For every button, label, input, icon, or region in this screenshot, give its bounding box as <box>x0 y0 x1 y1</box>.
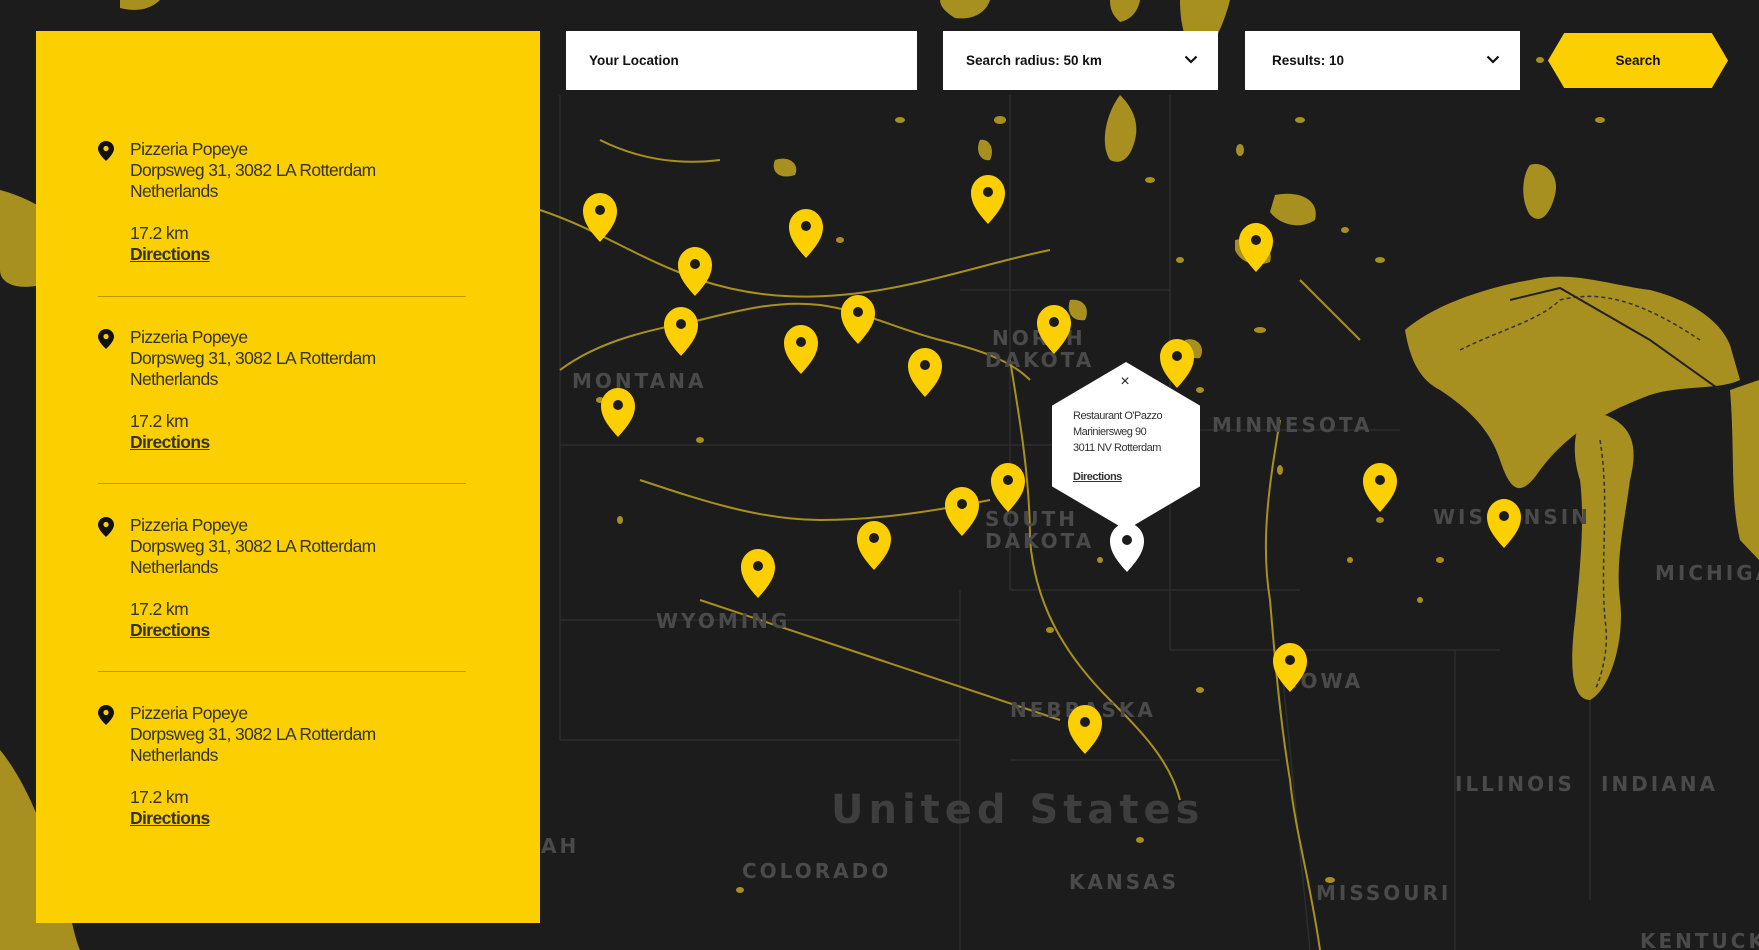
map-pin-icon <box>98 705 114 725</box>
label-michigan: MICHIGA <box>1655 561 1759 585</box>
location-address: Dorpsweg 31, 3082 LA Rotterdam <box>130 160 376 180</box>
radius-select-value: Search radius: 50 km <box>966 53 1102 68</box>
location-info: Pizzeria Popeye Dorpsweg 31, 3082 LA Rot… <box>130 703 376 766</box>
divider <box>98 296 466 297</box>
label-missouri: MISSOURI <box>1316 881 1451 905</box>
directions-link[interactable]: Directions <box>130 808 210 829</box>
location-country: Netherlands <box>130 557 218 577</box>
label-colorado: COLORADO <box>742 859 891 883</box>
divider <box>98 671 466 672</box>
location-info: Pizzeria Popeye Dorpsweg 31, 3082 LA Rot… <box>130 327 376 390</box>
location-country: Netherlands <box>130 369 218 389</box>
location-distance: 17.2 km <box>130 411 189 431</box>
search-button[interactable]: Search <box>1548 33 1728 88</box>
chevron-down-icon <box>1184 55 1198 64</box>
location-address: Dorpsweg 31, 3082 LA Rotterdam <box>130 348 376 368</box>
map-pin-icon <box>98 517 114 537</box>
label-kansas: KANSAS <box>1069 870 1179 894</box>
location-name: Pizzeria Popeye <box>130 327 248 347</box>
location-item-4[interactable]: Pizzeria Popeye Dorpsweg 31, 3082 LA Rot… <box>98 703 506 843</box>
popup-name: Restaurant O'Pazzo <box>1073 410 1163 422</box>
chevron-down-icon <box>1486 55 1500 64</box>
location-item-2[interactable]: Pizzeria Popeye Dorpsweg 31, 3082 LA Rot… <box>98 327 506 467</box>
divider <box>98 483 466 484</box>
location-info: Pizzeria Popeye Dorpsweg 31, 3082 LA Rot… <box>130 139 376 202</box>
directions-link[interactable]: Directions <box>130 244 210 265</box>
location-address: Dorpsweg 31, 3082 LA Rotterdam <box>130 536 376 556</box>
directions-link[interactable]: Directions <box>130 432 210 453</box>
directions-link[interactable]: Directions <box>130 620 210 641</box>
location-name: Pizzeria Popeye <box>130 139 248 159</box>
location-item-3[interactable]: Pizzeria Popeye Dorpsweg 31, 3082 LA Rot… <box>98 515 506 655</box>
location-distance: 17.2 km <box>130 223 189 243</box>
popup-directions-link[interactable]: Directions <box>1073 471 1122 483</box>
map-pin-icon <box>98 329 114 349</box>
location-distance: 17.2 km <box>130 599 189 619</box>
close-icon[interactable]: × <box>1118 374 1132 390</box>
location-name: Pizzeria Popeye <box>130 515 248 535</box>
label-montana: MONTANA <box>572 369 706 393</box>
label-utah-fragment: AH <box>541 834 579 858</box>
results-panel: Pizzeria Popeye Dorpsweg 31, 3082 LA Rot… <box>36 31 540 923</box>
location-country: Netherlands <box>130 745 218 765</box>
results-select[interactable]: Results: 10 <box>1245 31 1520 90</box>
label-minnesota: MINNESOTA <box>1212 413 1372 437</box>
location-country: Netherlands <box>130 181 218 201</box>
location-input-wrapper <box>566 31 917 90</box>
map-pin-icon <box>98 141 114 161</box>
label-illinois: ILLINOIS <box>1455 772 1575 796</box>
location-item-1[interactable]: Pizzeria Popeye Dorpsweg 31, 3082 LA Rot… <box>98 139 506 279</box>
location-name: Pizzeria Popeye <box>130 703 248 723</box>
label-wyoming: WYOMING <box>656 609 790 633</box>
label-indiana: INDIANA <box>1601 772 1718 796</box>
popup-address: Restaurant O'Pazzo Mariniersweg 90 3011 … <box>1073 408 1163 456</box>
location-info: Pizzeria Popeye Dorpsweg 31, 3082 LA Rot… <box>130 515 376 578</box>
label-south-dakota-2: DAKOTA <box>985 529 1094 553</box>
location-distance: 17.2 km <box>130 787 189 807</box>
results-select-value: Results: 10 <box>1272 53 1345 68</box>
location-address: Dorpsweg 31, 3082 LA Rotterdam <box>130 724 376 744</box>
label-kentucky: KENTUCKY <box>1640 929 1759 950</box>
location-input[interactable] <box>589 53 917 68</box>
label-united-states: United States <box>831 787 1204 833</box>
radius-select[interactable]: Search radius: 50 km <box>943 31 1218 90</box>
label-north-dakota-2: DAKOTA <box>985 348 1094 372</box>
popup-city: 3011 NV Rotterdam <box>1073 442 1161 454</box>
popup-street: Mariniersweg 90 <box>1073 426 1147 438</box>
label-south-dakota-1: SOUTH <box>985 507 1078 531</box>
